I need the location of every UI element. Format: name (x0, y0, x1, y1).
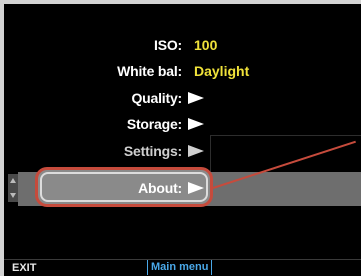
arrow-right-icon (188, 145, 204, 157)
menu-item-white-balance[interactable]: White bal: Daylight (4, 57, 361, 85)
menu-item-label: ISO: (154, 37, 182, 53)
arrow-right-icon (188, 92, 204, 104)
menu-item-iso[interactable]: ISO: 100 (4, 31, 361, 59)
main-menu-button[interactable]: Main menu (147, 260, 213, 275)
menu-item-storage[interactable]: Storage: (4, 110, 361, 138)
menu-item-label: White bal: (117, 63, 182, 79)
menu-item-label: Settings: (123, 143, 182, 159)
menu-item-quality[interactable]: Quality: (4, 84, 361, 112)
menu-item-value: Daylight (194, 63, 250, 79)
menu-item-settings[interactable]: Settings: (4, 137, 361, 165)
exit-button[interactable]: EXIT (12, 260, 36, 276)
menu-item-label: About: (138, 180, 182, 196)
arrow-right-icon (188, 182, 204, 194)
menu-item-about[interactable]: About: (4, 174, 361, 202)
menu-item-label: Quality: (131, 90, 182, 106)
arrow-right-icon (188, 118, 204, 130)
footer-bar: EXIT Main menu (4, 259, 361, 276)
menu-item-label: Storage: (126, 116, 182, 132)
menu-item-value: 100 (194, 37, 218, 53)
camera-screen: ISO: 100 White bal: Daylight Quality: St… (4, 4, 361, 276)
